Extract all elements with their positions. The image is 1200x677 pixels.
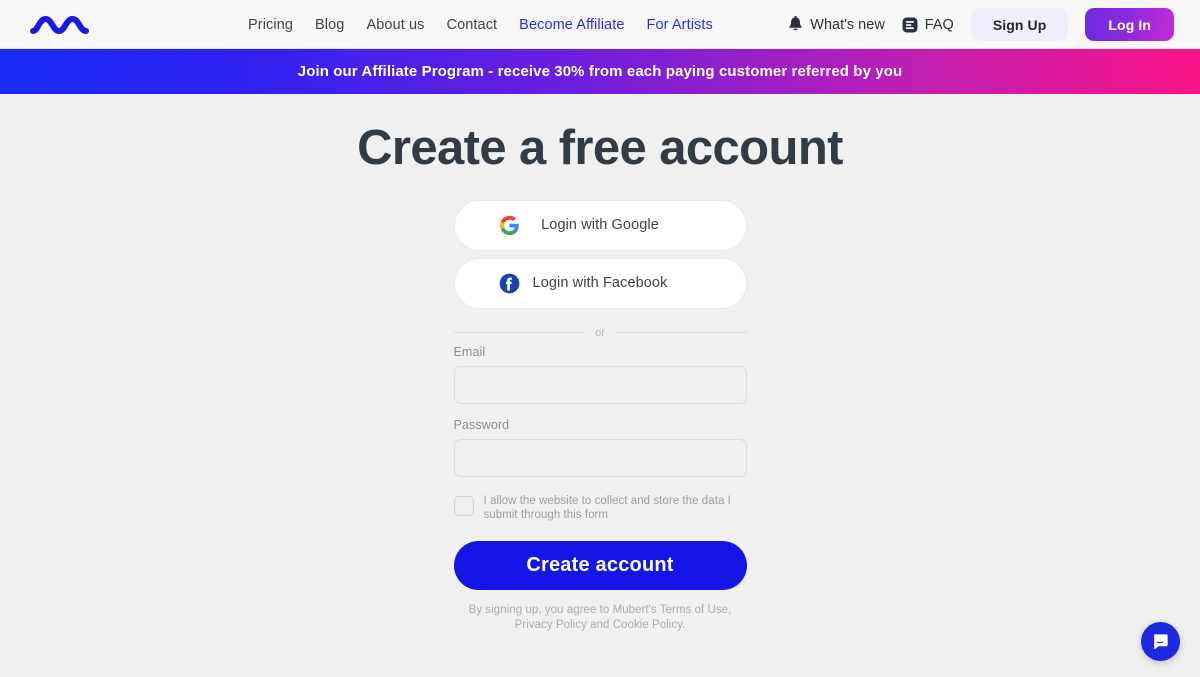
- faq-icon: [902, 17, 918, 32]
- nav-item-become-affiliate[interactable]: Become Affiliate: [519, 17, 624, 33]
- email-input[interactable]: [453, 365, 747, 404]
- nav-item-pricing[interactable]: Pricing: [248, 17, 293, 33]
- signup-page-main: Create a free account Login with Google: [0, 94, 1200, 677]
- password-field-group: Password: [453, 417, 747, 477]
- wave-logo-icon: [30, 15, 89, 34]
- password-label: Password: [453, 417, 510, 432]
- login-with-google-label: Login with Google: [541, 217, 659, 234]
- whats-new-label: What's new: [810, 16, 885, 33]
- nav-item-about-us[interactable]: About us: [366, 17, 424, 33]
- consent-row: I allow the website to collect and store…: [453, 494, 747, 522]
- header-actions: What's new FAQ Sign Up Log In: [788, 8, 1174, 41]
- nav-item-contact[interactable]: Contact: [447, 17, 498, 33]
- main-navigation: Pricing Blog About us Contact Become Aff…: [248, 17, 713, 33]
- site-header: Pricing Blog About us Contact Become Aff…: [0, 0, 1200, 49]
- create-account-button[interactable]: Create account: [453, 540, 747, 590]
- affiliate-program-banner[interactable]: Join our Affiliate Program - receive 30%…: [0, 49, 1200, 94]
- chat-launcher-button[interactable]: [1141, 622, 1180, 661]
- signup-form: Login with Google Login with Facebook or…: [453, 199, 747, 632]
- email-field-group: Email: [453, 344, 747, 404]
- login-with-facebook-button[interactable]: Login with Facebook: [453, 257, 747, 309]
- divider-label: or: [595, 326, 605, 339]
- or-divider: or: [453, 326, 747, 339]
- google-icon: [499, 215, 520, 236]
- whats-new-button[interactable]: What's new: [788, 16, 885, 33]
- affiliate-banner-text: Join our Affiliate Program - receive 30%…: [297, 63, 903, 80]
- nav-item-blog[interactable]: Blog: [315, 17, 344, 33]
- nav-item-for-artists[interactable]: For Artists: [646, 17, 712, 33]
- mubert-wave-logo[interactable]: [30, 12, 106, 38]
- log-in-button[interactable]: Log In: [1085, 8, 1174, 41]
- faq-button[interactable]: FAQ: [902, 17, 954, 33]
- password-input[interactable]: [453, 438, 747, 477]
- consent-checkbox[interactable]: [453, 495, 474, 516]
- divider-line-left: [453, 332, 586, 334]
- chat-bubble-icon: [1154, 634, 1168, 650]
- legal-disclaimer: By signing up, you agree to Mubert's Ter…: [468, 603, 732, 631]
- page-title: Create a free account: [357, 121, 843, 175]
- divider-line-right: [614, 332, 747, 334]
- faq-label: FAQ: [924, 16, 954, 33]
- sign-up-button[interactable]: Sign Up: [970, 8, 1069, 41]
- bell-icon: [789, 16, 803, 31]
- login-with-google-button[interactable]: Login with Google: [453, 199, 747, 251]
- facebook-icon: [499, 273, 520, 294]
- email-label: Email: [453, 344, 486, 359]
- login-with-facebook-label: Login with Facebook: [532, 275, 668, 292]
- consent-label: I allow the website to collect and store…: [483, 494, 731, 521]
